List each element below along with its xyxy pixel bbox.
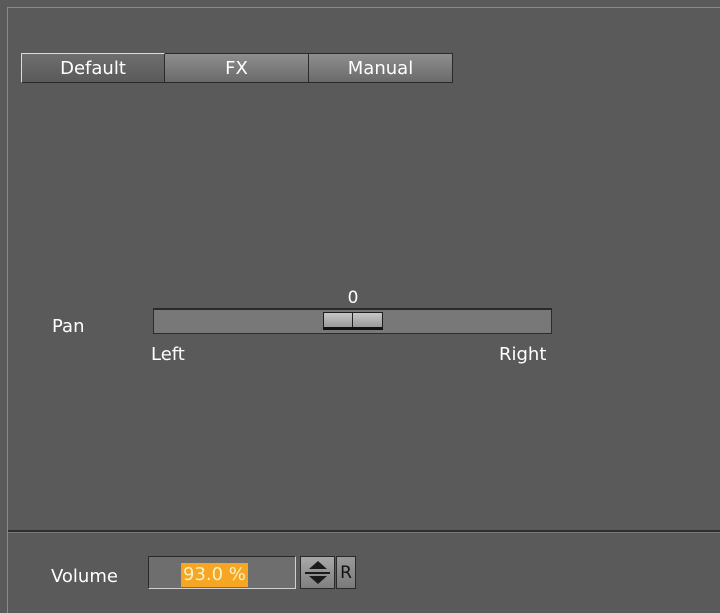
tab-manual[interactable]: Manual xyxy=(309,53,453,83)
triangle-up-icon xyxy=(308,560,327,569)
volume-label: Volume xyxy=(51,566,118,587)
audio-settings-frame: Default FX Manual Pan 0 Left Right Volum… xyxy=(7,7,720,613)
tab-fx[interactable]: FX xyxy=(165,53,309,83)
volume-field[interactable] xyxy=(148,556,296,589)
main-panel: Default FX Manual Pan 0 Left Right xyxy=(8,8,720,530)
panel-divider-highlight xyxy=(8,532,720,533)
tab-default[interactable]: Default xyxy=(21,53,165,83)
volume-increase-button[interactable] xyxy=(301,557,334,573)
pan-right-label: Right xyxy=(499,344,547,365)
volume-reset-button[interactable]: R xyxy=(336,556,356,589)
pan-label: Pan xyxy=(52,316,85,337)
volume-stepper[interactable] xyxy=(300,556,335,589)
tab-bar: Default FX Manual xyxy=(21,53,453,83)
triangle-down-icon xyxy=(308,576,327,585)
pan-left-label: Left xyxy=(151,344,185,365)
pan-slider-thumb[interactable] xyxy=(323,312,383,330)
pan-value: 0 xyxy=(347,288,359,308)
volume-decrease-button[interactable] xyxy=(301,573,334,589)
pan-slider[interactable] xyxy=(153,308,552,334)
